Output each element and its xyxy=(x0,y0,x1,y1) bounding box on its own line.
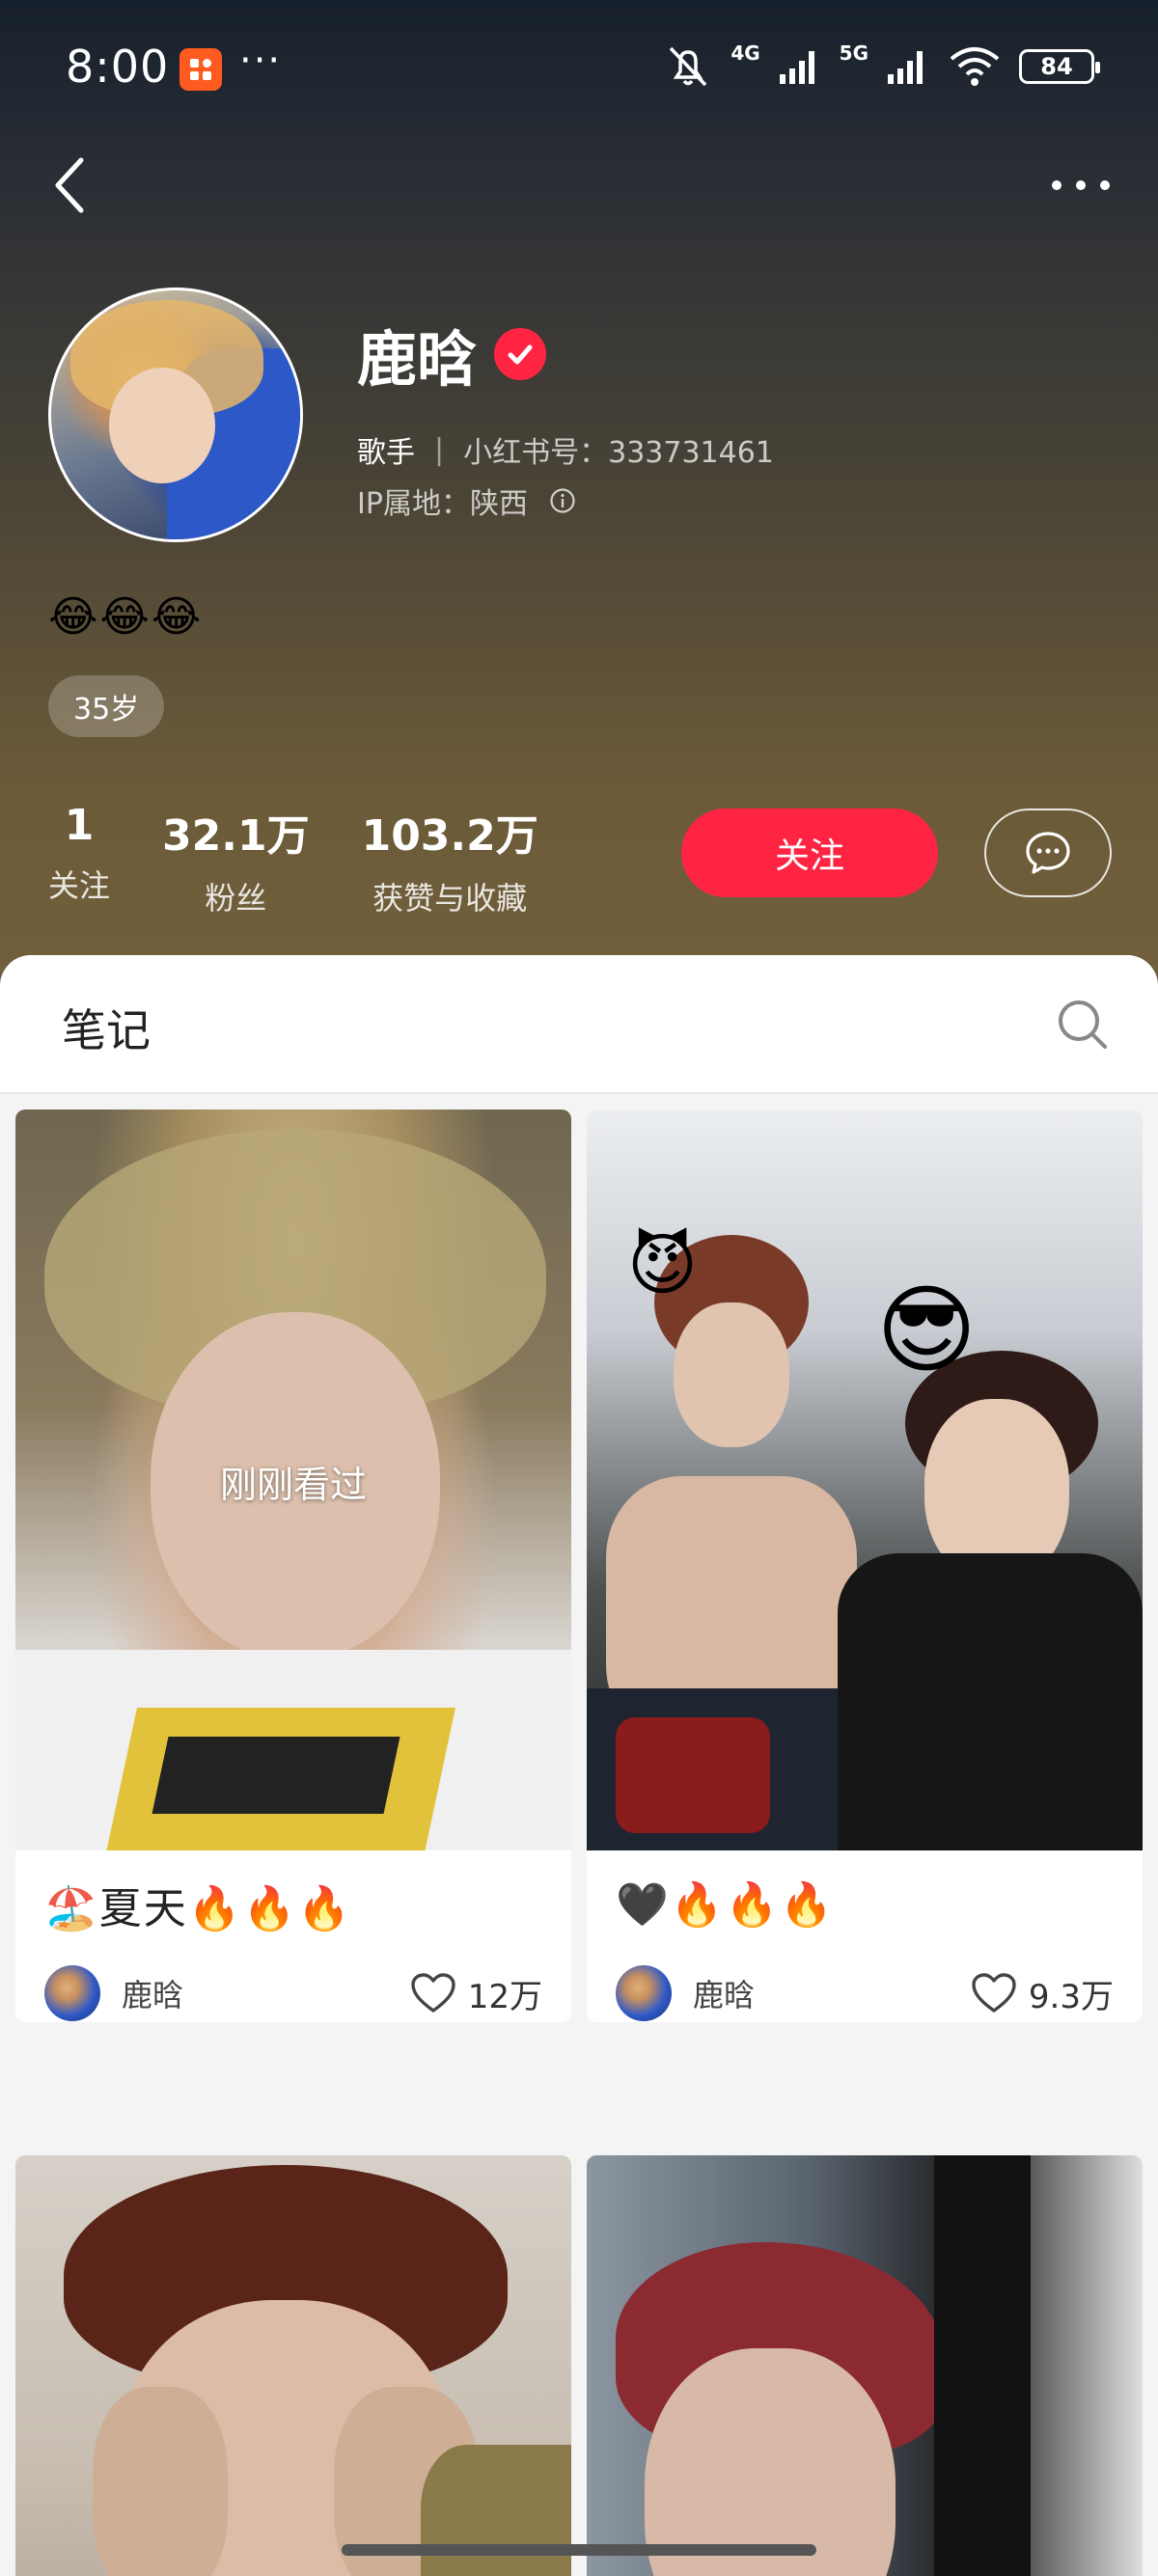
status-indicators: 4G 5G 84 xyxy=(663,41,1100,89)
stat-following-label: 关注 xyxy=(48,867,111,904)
profile-role: 歌手 xyxy=(357,436,415,470)
battery-indicator: 84 xyxy=(1019,49,1100,84)
stat-following[interactable]: 1 关注 xyxy=(48,801,110,906)
stat-fans-label: 粉丝 xyxy=(205,880,267,917)
sunglasses-emoji: 😎 xyxy=(876,1274,978,1386)
more-icon xyxy=(1052,180,1062,190)
note-image xyxy=(587,2155,1143,2576)
note-image: 😈 😎 xyxy=(587,1110,1143,1850)
heart-icon xyxy=(972,1973,1016,2013)
status-bar: 8:00 ··· 4G 5G 84 xyxy=(0,0,1158,140)
status-time: 8:00 xyxy=(66,41,170,93)
tab-notes[interactable]: 笔记 xyxy=(62,996,151,1059)
stat-following-value: 1 xyxy=(64,801,95,850)
note-card[interactable]: 😈 😎 🖤🔥🔥🔥 鹿晗 9.3万 xyxy=(587,1110,1143,2022)
profile-name: 鹿晗 xyxy=(357,324,478,395)
note-card[interactable] xyxy=(15,2155,571,2576)
heart-icon xyxy=(411,1973,455,2013)
stat-fans-value: 32.1万 xyxy=(162,811,310,861)
profile-name-row: 鹿晗 xyxy=(357,311,547,397)
search-button[interactable] xyxy=(1054,996,1112,1054)
stat-fans[interactable]: 32.1万 粉丝 xyxy=(162,801,310,918)
profile-stats: 1 关注 32.1万 粉丝 103.2万 获赞与收藏 xyxy=(48,801,591,918)
notes-tab-bar: 笔记 xyxy=(0,955,1158,1094)
profile-ip-row: IP属地：陕西 xyxy=(357,480,576,522)
back-icon xyxy=(55,157,84,213)
stat-likes-label: 获赞与收藏 xyxy=(372,880,528,917)
profile-id: 小红书号：333731461 xyxy=(463,436,774,470)
meta-divider: | xyxy=(434,432,445,467)
more-button[interactable] xyxy=(1042,158,1119,212)
mute-bell-icon xyxy=(670,46,707,87)
app-notification-icon xyxy=(179,48,222,91)
like-count: 12万 xyxy=(467,1977,542,2016)
notes-panel: 笔记 刚刚看过 🏖️夏天🔥🔥🔥 鹿晗 12万 😈 😎 🖤🔥🔥🔥 鹿晗 9.3万 xyxy=(0,955,1158,2576)
home-indicator[interactable] xyxy=(342,2544,816,2556)
info-icon[interactable] xyxy=(549,487,576,514)
stat-likes[interactable]: 103.2万 获赞与收藏 xyxy=(362,801,538,918)
verified-icon xyxy=(494,328,547,380)
search-icon xyxy=(1059,1000,1107,1049)
note-image xyxy=(15,2155,571,2576)
like-button[interactable]: 12万 xyxy=(410,1970,542,2017)
network-5g-label: 5G xyxy=(839,41,868,65)
message-icon xyxy=(1026,832,1070,874)
signal-icon-2 xyxy=(888,51,923,84)
note-card[interactable]: 刚刚看过 🏖️夏天🔥🔥🔥 鹿晗 12万 xyxy=(15,1110,571,2022)
like-count: 9.3万 xyxy=(1028,1977,1114,2016)
recently-viewed-label: 刚刚看过 xyxy=(219,1464,367,1506)
note-image: 刚刚看过 xyxy=(15,1110,571,1850)
profile-meta-row: 歌手 | 小红书号：333731461 xyxy=(357,428,774,471)
profile-avatar[interactable] xyxy=(48,288,303,542)
profile-bio: 😂😂😂 xyxy=(48,592,204,642)
note-title: 🏖️夏天🔥🔥🔥 xyxy=(44,1884,353,1933)
like-button[interactable]: 9.3万 xyxy=(971,1970,1114,2017)
stat-likes-value: 103.2万 xyxy=(361,811,538,861)
status-more-dots: ··· xyxy=(239,39,283,83)
follow-button[interactable]: 关注 xyxy=(681,808,938,897)
battery-level: 84 xyxy=(1040,53,1073,80)
author-name: 鹿晗 xyxy=(693,1977,756,2014)
author-avatar xyxy=(616,1965,672,2021)
message-button[interactable] xyxy=(984,808,1112,897)
note-card[interactable] xyxy=(587,2155,1143,2576)
wifi-icon xyxy=(950,47,1000,86)
note-title: 🖤🔥🔥🔥 xyxy=(616,1880,836,1930)
back-button[interactable] xyxy=(44,151,102,218)
devil-emoji: 😈 xyxy=(627,1225,698,1304)
author-name: 鹿晗 xyxy=(122,1977,184,2014)
author-avatar xyxy=(44,1965,100,2021)
note-author[interactable]: 鹿晗 xyxy=(616,1965,755,2021)
note-author[interactable]: 鹿晗 xyxy=(44,1965,183,2021)
profile-ip: IP属地：陕西 xyxy=(357,487,528,521)
age-tag: 35岁 xyxy=(48,675,165,737)
network-4g-label: 4G xyxy=(731,41,760,65)
signal-icon-1 xyxy=(779,51,814,84)
